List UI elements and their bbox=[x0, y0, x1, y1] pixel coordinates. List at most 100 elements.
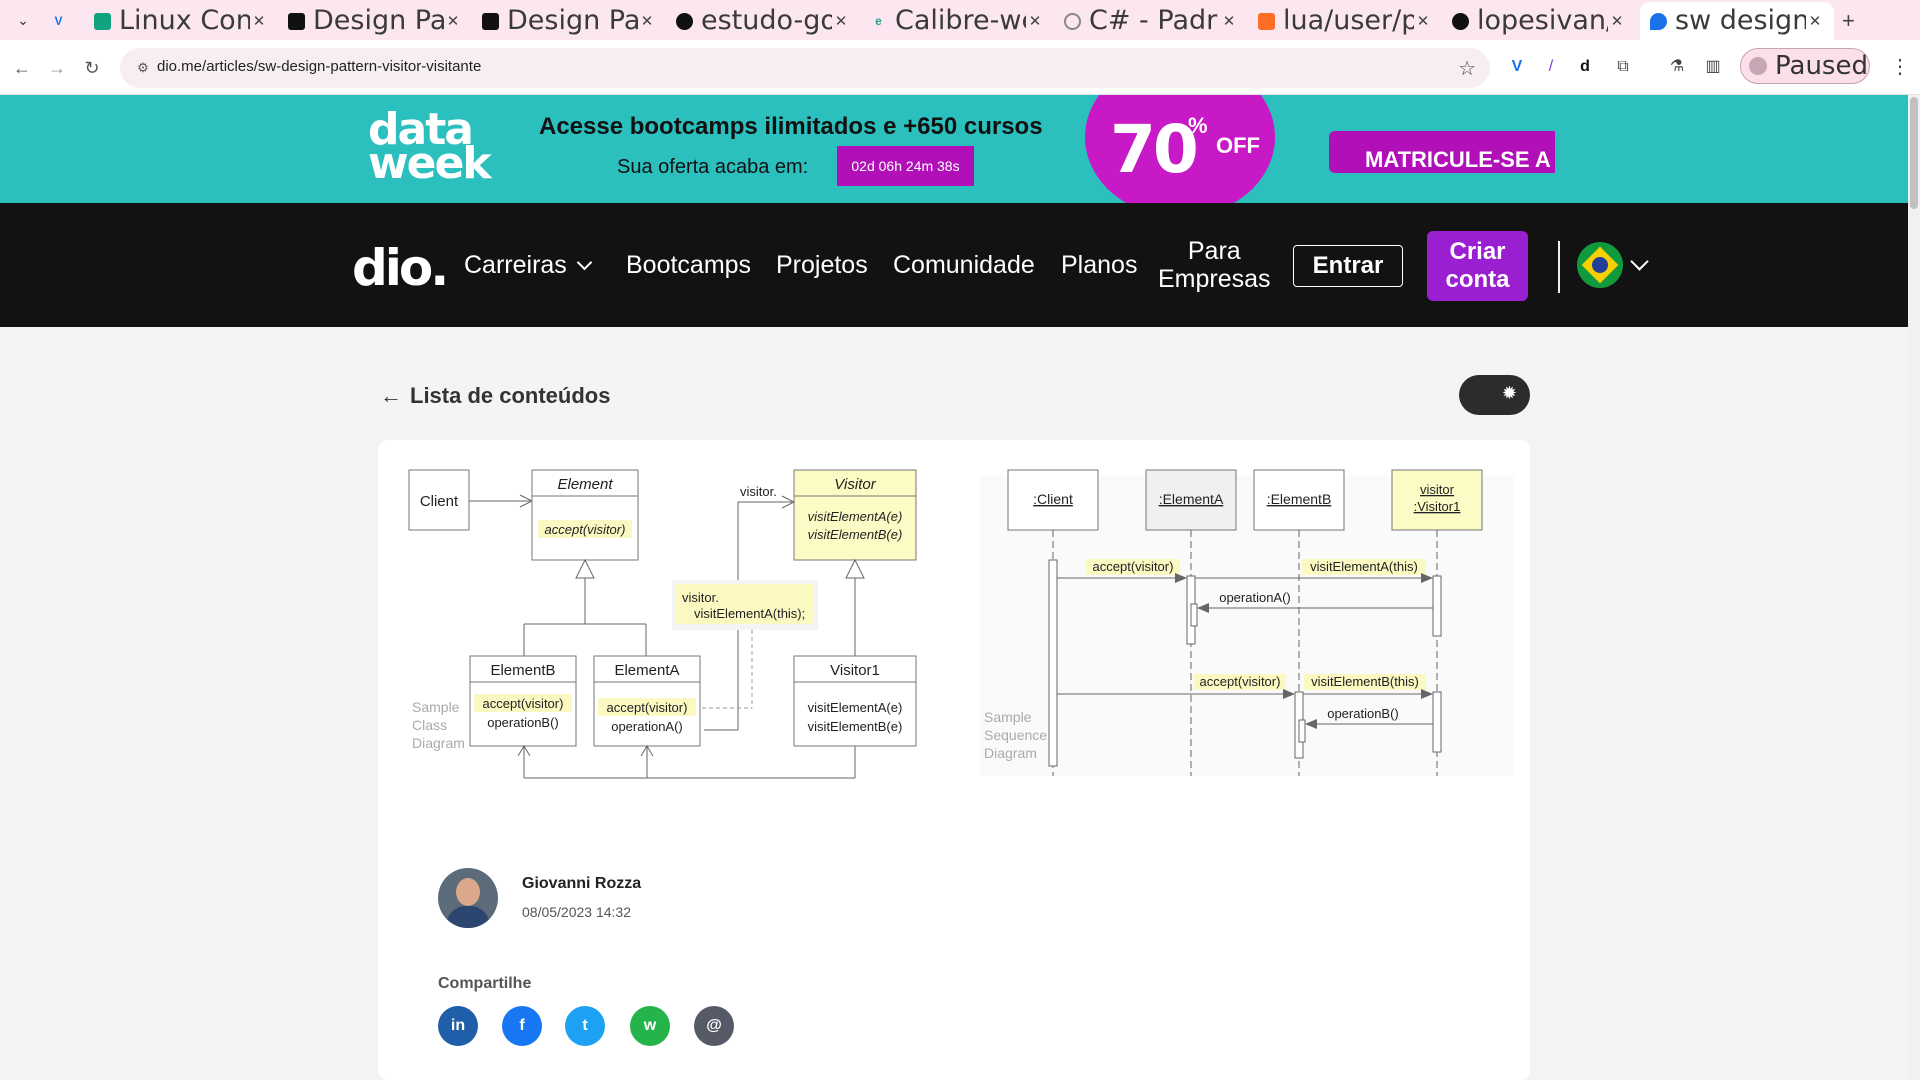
facebook-share-icon[interactable]: f bbox=[502, 1006, 542, 1046]
seq-msg-3: operationA() bbox=[1219, 590, 1291, 605]
seq-msg-5: visitElementB(this) bbox=[1311, 674, 1419, 689]
back-to-list-link[interactable]: ← Lista de conteúdos bbox=[380, 383, 610, 409]
back-arrow-icon: ← bbox=[380, 383, 402, 408]
nav-empresas-line-1: Para bbox=[1187, 237, 1241, 265]
tab-7[interactable]: C# - Padr ✕ bbox=[1054, 4, 1248, 38]
dio-drop-icon bbox=[1650, 12, 1667, 30]
visitor1-method-1: visitElementA(e) bbox=[808, 700, 903, 715]
tab-title: Design Pa bbox=[507, 5, 638, 36]
site-header: dio. Carreiras Bootcamps Projetos Comuni… bbox=[0, 203, 1908, 327]
close-tab-icon[interactable]: ✕ bbox=[1608, 12, 1626, 30]
back-arrow-icon[interactable]: ← bbox=[10, 56, 34, 80]
scrollbar-thumb[interactable] bbox=[1910, 97, 1918, 209]
avatar bbox=[1749, 57, 1767, 75]
tab-search-icon[interactable]: ⌄ bbox=[12, 9, 34, 31]
url-text[interactable]: dio.me/articles/sw-design-pattern-visito… bbox=[157, 58, 481, 75]
close-tab-icon[interactable]: ✕ bbox=[1026, 12, 1044, 30]
close-tab-icon[interactable]: ✕ bbox=[832, 12, 850, 30]
loading-icon bbox=[1064, 12, 1081, 30]
tab-active[interactable]: sw design ✕ bbox=[1640, 2, 1834, 40]
pen-extension-icon[interactable]: / bbox=[1540, 56, 1562, 78]
close-tab-icon[interactable]: ✕ bbox=[1806, 12, 1824, 30]
discount-percent: % bbox=[1188, 113, 1208, 138]
login-button[interactable]: Entrar bbox=[1293, 245, 1403, 287]
tab-6[interactable]: e Calibre-we ✕ bbox=[860, 4, 1054, 38]
gitlab-icon bbox=[1258, 12, 1275, 30]
promo-title: Acesse bootcamps ilimitados e +650 curso… bbox=[539, 113, 1043, 140]
sequence-caption-3: Diagram bbox=[984, 745, 1037, 761]
close-tab-icon[interactable]: ✕ bbox=[1220, 12, 1238, 30]
language-chevron-icon[interactable] bbox=[1630, 252, 1649, 271]
tab-title: estudo-go bbox=[701, 5, 832, 36]
close-tab-icon[interactable]: ✕ bbox=[250, 12, 268, 30]
promo-subtitle: Sua oferta acaba em: bbox=[617, 156, 809, 178]
author-avatar[interactable] bbox=[438, 868, 498, 928]
calibre-icon: e bbox=[875, 13, 882, 28]
seq-visitor-label-1: visitor bbox=[1420, 482, 1455, 497]
address-bar[interactable]: ⚙ dio.me/articles/sw-design-pattern-visi… bbox=[120, 48, 1490, 88]
enroll-button[interactable]: MATRICULE-SE A bbox=[1329, 131, 1555, 173]
tab-5[interactable]: estudo-go ✕ bbox=[666, 4, 860, 38]
linkedin-share-icon[interactable]: in bbox=[438, 1006, 478, 1046]
nav-comunidade[interactable]: Comunidade bbox=[893, 251, 1035, 280]
discount-number: 70 bbox=[1110, 111, 1199, 188]
chevron-down-icon bbox=[576, 254, 593, 271]
forward-arrow-icon[interactable]: → bbox=[45, 56, 69, 80]
nav-planos[interactable]: Planos bbox=[1061, 251, 1137, 280]
browser-menu-icon[interactable]: ⋮ bbox=[1890, 54, 1910, 79]
author-name[interactable]: Giovanni Rozza bbox=[522, 875, 641, 893]
email-share-icon[interactable]: @ bbox=[694, 1006, 734, 1046]
class-caption-3: Diagram bbox=[412, 735, 465, 751]
tab-3[interactable]: Design Pa ✕ bbox=[278, 4, 472, 38]
nav-empresas-line-2: Empresas bbox=[1158, 265, 1271, 293]
discount-word: OFF bbox=[1216, 133, 1260, 158]
lab-flask-icon[interactable]: ⚗ bbox=[1666, 56, 1688, 78]
new-tab-icon[interactable]: + bbox=[1842, 8, 1855, 34]
theme-toggle[interactable]: ✹ bbox=[1459, 375, 1530, 415]
tab-2[interactable]: Linux Con ✕ bbox=[84, 4, 278, 38]
page-scrollbar[interactable] bbox=[1908, 95, 1920, 1080]
seq-msg-2: visitElementA(this) bbox=[1310, 559, 1418, 574]
seq-msg-1: accept(visitor) bbox=[1093, 559, 1174, 574]
dio-icon bbox=[482, 12, 499, 30]
browser-tabbar: ⌄ V Linux Con ✕ Design Pa ✕ Design Pa ✕ … bbox=[0, 0, 1920, 40]
seq-visitor-label-2: :Visitor1 bbox=[1414, 499, 1461, 514]
signup-button[interactable]: Criar conta bbox=[1427, 231, 1528, 301]
elementb-method-2: operationB() bbox=[487, 715, 559, 730]
close-tab-icon[interactable]: ✕ bbox=[638, 12, 656, 30]
note-line-2: visitElementA(this); bbox=[694, 606, 805, 621]
nav-para-empresas[interactable]: Para Empresas bbox=[1158, 237, 1271, 293]
tab-9[interactable]: lopesivan/ ✕ bbox=[1442, 4, 1636, 38]
visitor-method-a: visitElementA(e) bbox=[808, 509, 903, 524]
tab-title: Calibre-we bbox=[895, 5, 1026, 36]
side-panel-icon[interactable]: ▥ bbox=[1702, 56, 1724, 78]
tab-8[interactable]: lua/user/p ✕ bbox=[1248, 4, 1442, 38]
site-info-icon[interactable]: ⚙ bbox=[134, 59, 152, 77]
github-icon bbox=[1452, 12, 1469, 30]
dio-extension-icon[interactable]: d bbox=[1574, 56, 1596, 78]
profile-button[interactable]: Paused bbox=[1740, 48, 1870, 84]
tab-title: Design Pa bbox=[313, 5, 444, 36]
openai-icon bbox=[94, 12, 111, 30]
bookmark-star-icon[interactable]: ☆ bbox=[1458, 56, 1476, 81]
seq-msg-4: accept(visitor) bbox=[1200, 674, 1281, 689]
close-tab-icon[interactable]: ✕ bbox=[444, 12, 462, 30]
whatsapp-share-icon[interactable]: w bbox=[630, 1006, 670, 1046]
tab-title: lua/user/p bbox=[1283, 5, 1414, 36]
nav-bootcamps[interactable]: Bootcamps bbox=[626, 251, 751, 280]
reload-icon[interactable]: ↻ bbox=[80, 56, 104, 80]
tab-title: lopesivan/ bbox=[1477, 5, 1608, 36]
vimeo-extension-icon[interactable]: V bbox=[1506, 56, 1528, 78]
twitter-share-icon[interactable]: t bbox=[565, 1006, 605, 1046]
brazil-flag-icon[interactable] bbox=[1577, 242, 1623, 288]
class-caption-2: Class bbox=[412, 717, 447, 733]
tab-1[interactable]: V bbox=[40, 4, 80, 38]
extensions-puzzle-icon[interactable]: ⧉ bbox=[1612, 56, 1634, 78]
tab-4[interactable]: Design Pa ✕ bbox=[472, 4, 666, 38]
dio-logo[interactable]: dio. bbox=[352, 239, 449, 297]
elementa-method-2: operationA() bbox=[611, 719, 683, 734]
close-tab-icon[interactable]: ✕ bbox=[1414, 12, 1432, 30]
signup-line-1: Criar bbox=[1449, 238, 1506, 265]
nav-carreiras[interactable]: Carreiras bbox=[464, 251, 593, 280]
nav-projetos[interactable]: Projetos bbox=[776, 251, 868, 280]
